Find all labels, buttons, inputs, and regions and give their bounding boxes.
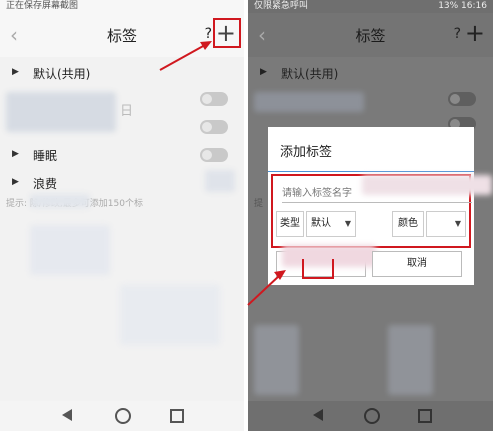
dialog-separator <box>268 171 474 172</box>
type-select[interactable]: 默认 ▼ <box>306 211 356 237</box>
tag-name-placeholder: 请输入标签名字 <box>282 188 352 199</box>
confirm-highlight <box>302 259 334 279</box>
dropdown-arrow-icon: ▼ <box>344 219 351 228</box>
right-screen: 仅限紧急呼叫 13% 16:16 ‹ 标签 ? + ▶ 默认(共用) 提 添加标… <box>248 0 493 431</box>
help-icon[interactable]: ? <box>454 26 461 42</box>
nav-bar <box>0 401 244 431</box>
caret-right-icon: ▶ <box>12 177 19 187</box>
input-underline <box>282 202 472 203</box>
status-bar: 仅限紧急呼叫 13% 16:16 <box>248 0 493 13</box>
status-text: 仅限紧急呼叫 <box>254 1 309 11</box>
type-label: 类型 <box>276 211 304 237</box>
tag-group-default[interactable]: ▶ 默认(共用) <box>248 62 493 88</box>
color-select[interactable]: ▼ <box>426 211 466 237</box>
type-value: 默认 <box>311 218 331 229</box>
nav-recent-icon[interactable] <box>418 409 432 423</box>
blurred-tag-item <box>6 92 116 132</box>
blurred-region <box>254 325 299 395</box>
dropdown-arrow-icon: ▼ <box>454 219 461 228</box>
left-screen: 正在保存屏幕截图 ‹ 标签 ? + ▶ 默认(共用) 日 ▶ 睡眠 ▶ 浪费 提… <box>0 0 244 431</box>
help-icon[interactable]: ? <box>205 26 212 42</box>
app-bar: ‹ 标签 ? + <box>248 13 493 57</box>
blurred-region <box>388 325 433 395</box>
toggle-switch[interactable] <box>448 92 476 106</box>
add-icon[interactable]: + <box>465 20 485 46</box>
tag-group-label: 浪费 <box>33 177 58 191</box>
add-tag-dialog: 添加标签 请输入标签名字 类型 默认 ▼ 颜色 ▼ 取消 <box>268 127 492 285</box>
caret-right-icon: ▶ <box>12 149 19 159</box>
blurred-tag-item <box>254 92 364 112</box>
nav-home-icon[interactable] <box>364 408 380 424</box>
dialog-title: 添加标签 <box>280 145 333 160</box>
blurred-region <box>30 194 90 208</box>
partial-label: 日 <box>120 104 134 119</box>
hint-text: 提 <box>254 199 264 209</box>
tag-group-label: 默认(共用) <box>281 67 339 81</box>
nav-bar <box>248 401 493 431</box>
status-bar: 正在保存屏幕截图 <box>0 0 244 13</box>
blurred-region <box>362 175 492 195</box>
toggle-switch[interactable] <box>200 120 228 134</box>
status-text: 正在保存屏幕截图 <box>6 1 79 11</box>
blurred-region <box>205 170 235 192</box>
app-bar: ‹ 标签 ? + <box>0 13 244 57</box>
battery-time: 13% 16:16 <box>438 1 487 11</box>
blurred-region <box>120 285 220 345</box>
toggle-switch[interactable] <box>200 148 228 162</box>
caret-right-icon: ▶ <box>260 67 267 77</box>
caret-right-icon: ▶ <box>12 67 19 77</box>
toggle-switch[interactable] <box>200 92 228 106</box>
nav-back-icon[interactable] <box>313 409 323 421</box>
tag-group-default[interactable]: ▶ 默认(共用) <box>0 62 244 88</box>
add-button-highlight <box>213 18 241 48</box>
cancel-button[interactable]: 取消 <box>372 251 462 277</box>
tag-group-label: 睡眠 <box>33 149 58 163</box>
nav-home-icon[interactable] <box>115 408 131 424</box>
blurred-region <box>30 225 110 275</box>
color-label: 颜色 <box>392 211 424 237</box>
nav-recent-icon[interactable] <box>170 409 184 423</box>
tag-group-label: 默认(共用) <box>33 67 91 81</box>
nav-back-icon[interactable] <box>62 409 72 421</box>
